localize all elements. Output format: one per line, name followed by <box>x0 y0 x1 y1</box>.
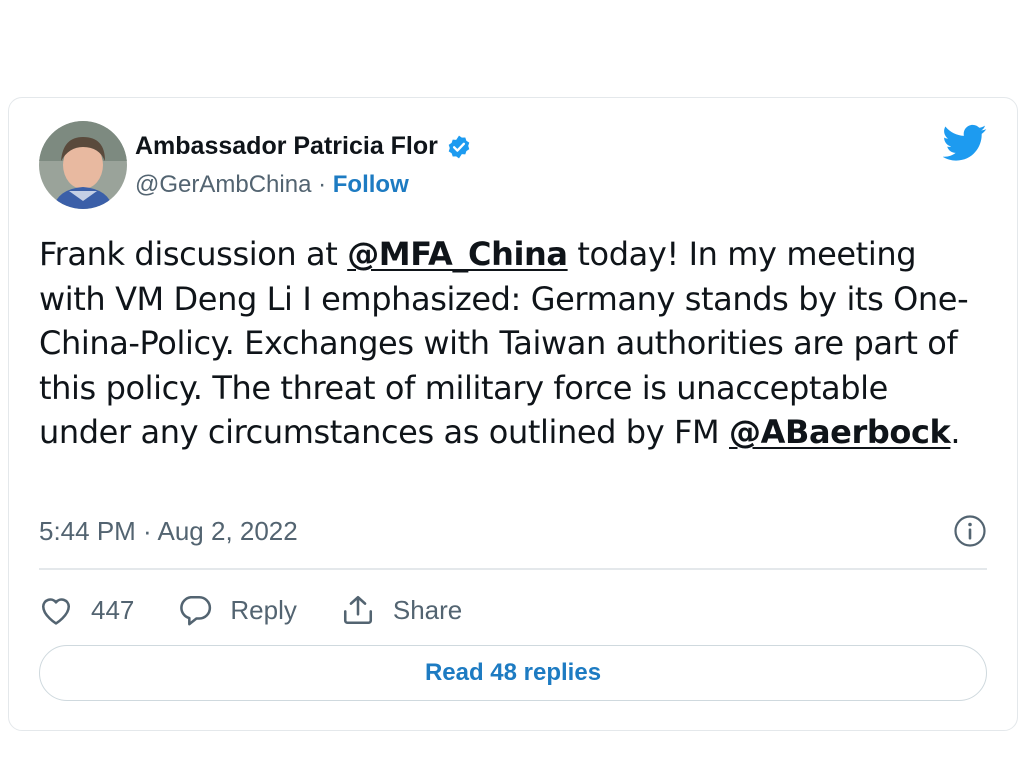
like-button[interactable]: 447 <box>39 594 134 626</box>
twitter-bird-icon[interactable] <box>942 124 987 162</box>
author-name-row[interactable]: Ambassador Patricia Flor <box>135 132 472 161</box>
mention-abaerbock-link[interactable]: @ABaerbock <box>729 413 951 451</box>
share-label: Share <box>392 594 463 625</box>
handle-row: @GerAmbChina · Follow <box>135 171 409 199</box>
mention-mfa-china-link[interactable]: @MFA_China <box>347 235 568 273</box>
handle-separator: · <box>311 171 333 198</box>
author-name[interactable]: Ambassador Patricia Flor <box>135 132 438 161</box>
tweet-card: Ambassador Patricia Flor @GerAmbChina · … <box>8 97 1018 731</box>
reply-icon <box>180 595 212 626</box>
read-replies-button[interactable]: Read 48 replies <box>39 645 987 701</box>
tweet-text-part: . <box>950 413 961 451</box>
tweet-timestamp[interactable]: 5:44 PM · Aug 2, 2022 <box>39 516 298 547</box>
avatar[interactable] <box>39 121 127 209</box>
share-icon <box>343 595 372 625</box>
reply-label: Reply <box>230 594 297 625</box>
tweet-text-part: Frank discussion at <box>39 235 348 273</box>
tweet-text: Frank discussion at @MFA_China today! In… <box>39 232 989 455</box>
reply-button[interactable]: Reply <box>178 594 297 626</box>
author-handle[interactable]: @GerAmbChina <box>135 171 311 198</box>
follow-link[interactable]: Follow <box>333 171 409 198</box>
divider <box>39 568 987 570</box>
heart-icon <box>41 598 71 625</box>
action-bar: 447 Reply Share <box>39 590 506 630</box>
share-button[interactable]: Share <box>341 594 462 626</box>
verified-badge-icon <box>446 134 472 160</box>
info-icon[interactable] <box>953 514 987 548</box>
like-count: 447 <box>91 594 135 625</box>
